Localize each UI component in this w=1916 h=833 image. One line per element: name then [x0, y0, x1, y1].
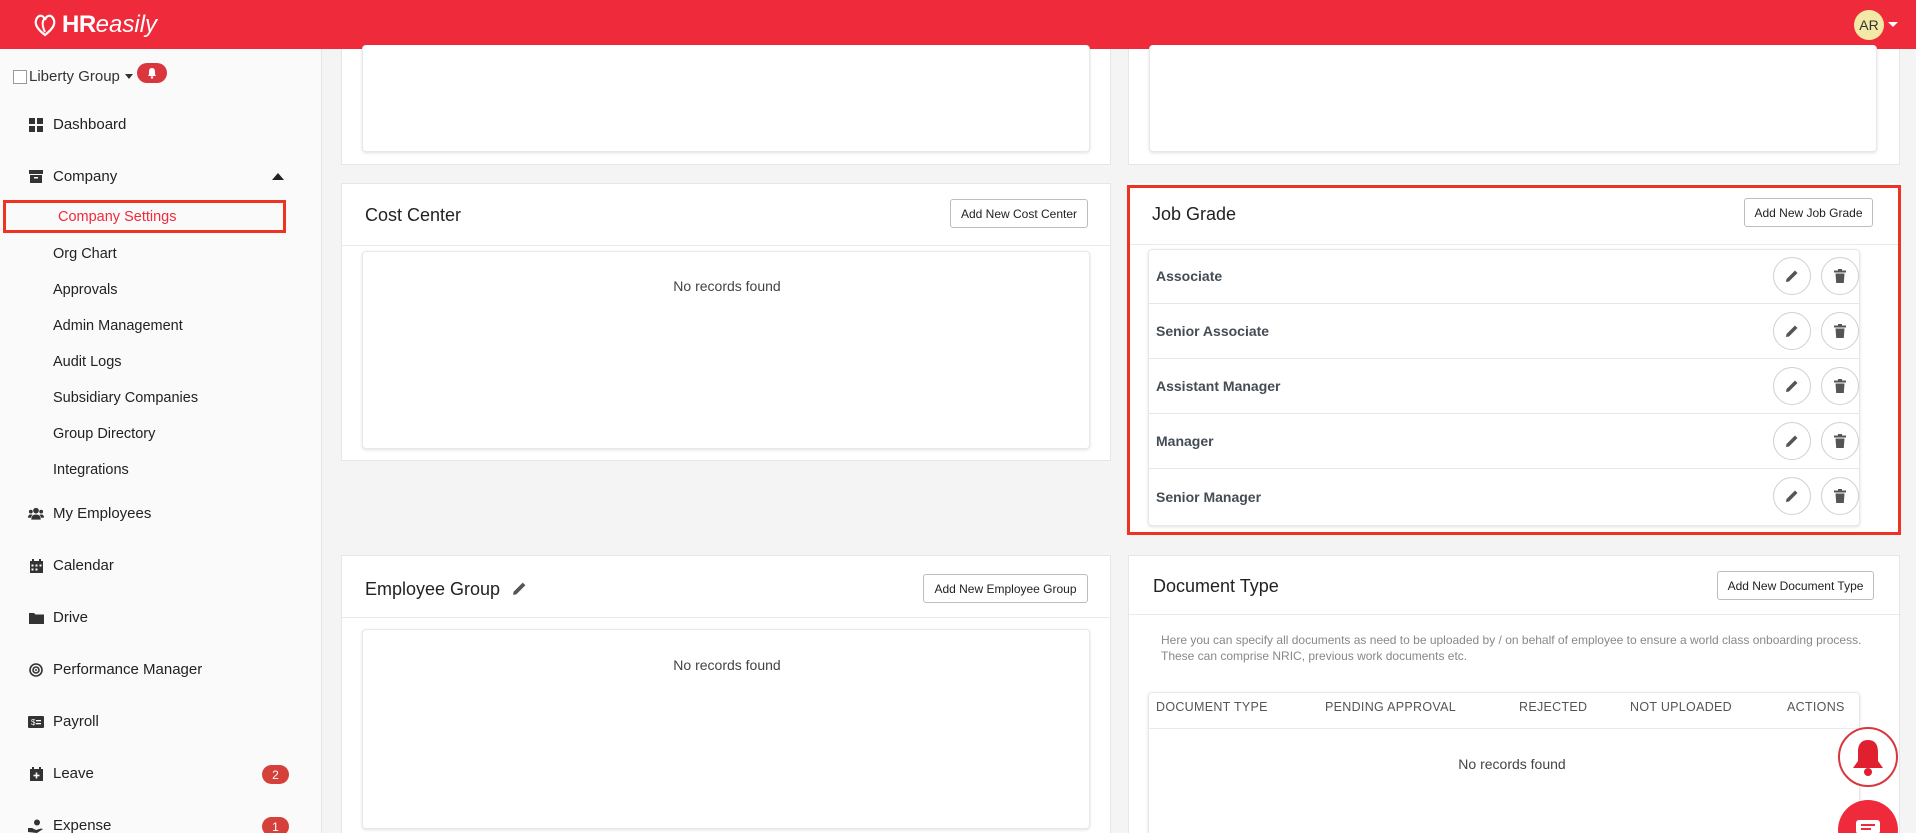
calendar-plus-icon	[28, 766, 44, 782]
chevron-up-icon[interactable]	[272, 173, 284, 180]
expense-count-badge: 1	[262, 817, 289, 833]
cost-center-list: No records found	[362, 251, 1090, 449]
org-logo: Liberty Group	[13, 68, 120, 85]
users-icon	[28, 506, 44, 522]
hand-money-icon	[28, 818, 44, 833]
edit-group-button[interactable]	[512, 581, 527, 601]
top-right-panel	[1128, 45, 1900, 165]
column-header[interactable]: ACTIONS	[1787, 700, 1845, 714]
divider	[1148, 728, 1860, 729]
sidebar-item-performance-manager[interactable]: Performance Manager	[28, 661, 202, 678]
document-type-title: Document Type	[1153, 576, 1279, 596]
sidebar-item-company[interactable]: Company	[28, 168, 117, 185]
sidebar-item-label: My Employees	[53, 505, 152, 522]
sidebar-item-audit-logs[interactable]: Audit Logs	[53, 354, 122, 370]
chevron-down-icon[interactable]	[1888, 22, 1898, 27]
empty-state-text: No records found	[1458, 756, 1566, 772]
sidebar-item-label: Leave	[53, 765, 94, 782]
dashboard-icon	[28, 117, 44, 133]
sidebar-item-integrations[interactable]: Integrations	[53, 462, 129, 478]
empty-state-text: No records found	[673, 657, 781, 673]
column-header[interactable]: NOT UPLOADED	[1630, 700, 1732, 714]
sidebar-item-company-settings[interactable]: Company Settings	[3, 200, 286, 233]
sidebar-item-label: Payroll	[53, 713, 99, 730]
brand-easily: easily	[95, 10, 158, 38]
calendar-icon	[28, 558, 44, 574]
top-bar: HR easily AR	[0, 0, 1916, 49]
chevron-down-icon[interactable]	[124, 73, 133, 79]
avatar[interactable]: AR	[1854, 9, 1884, 40]
sidebar-item-label: Company Settings	[58, 208, 177, 225]
sidebar-item-label: Expense	[53, 817, 112, 833]
sidebar-item-leave[interactable]: Leave	[28, 765, 94, 782]
sidebar-item-expense[interactable]: Expense	[28, 817, 111, 833]
sidebar-item-approvals[interactable]: Approvals	[53, 282, 117, 298]
add-document-type-button[interactable]: Add New Document Type	[1717, 571, 1874, 600]
sidebar-item-payroll[interactable]: $ Payroll	[28, 713, 99, 730]
sidebar-item-admin-management[interactable]: Admin Management	[53, 318, 183, 334]
employee-group-list: No records found	[362, 629, 1090, 829]
sidebar-item-label: Performance Manager	[53, 661, 203, 678]
chat-icon	[1856, 820, 1880, 833]
sidebar: Liberty Group Dashboard Company Company …	[0, 49, 322, 833]
sidebar-item-label: Drive	[53, 609, 89, 626]
bell-icon	[1853, 740, 1883, 776]
top-left-card	[362, 45, 1090, 152]
divider	[342, 245, 1110, 246]
money-icon: $	[28, 714, 44, 730]
svg-text:$: $	[31, 718, 36, 727]
org-name: Liberty Group	[29, 67, 120, 85]
floating-notification-button[interactable]	[1838, 727, 1898, 787]
empty-state-text: No records found	[673, 278, 781, 294]
document-type-description: Here you can specify all documents as ne…	[1161, 633, 1862, 663]
column-header[interactable]: DOCUMENT TYPE	[1156, 700, 1268, 714]
brand-hr: HR	[62, 10, 96, 38]
sidebar-item-label: Calendar	[53, 557, 114, 574]
divider	[342, 617, 1110, 618]
sidebar-item-calendar[interactable]: Calendar	[28, 557, 114, 574]
add-employee-group-button[interactable]: Add New Employee Group	[923, 574, 1088, 603]
employee-group-panel: Employee Group Add New Employee Group No…	[341, 555, 1111, 833]
top-right-card	[1149, 45, 1877, 152]
user-menu[interactable]: AR	[1854, 9, 1898, 40]
folder-icon	[28, 610, 44, 626]
bell-icon	[147, 68, 156, 79]
notification-badge[interactable]	[136, 63, 167, 83]
sidebar-item-org-chart[interactable]: Org Chart	[53, 246, 117, 262]
pencil-icon	[513, 582, 526, 595]
sidebar-item-label: Company	[53, 168, 118, 185]
sidebar-item-dashboard[interactable]: Dashboard	[28, 116, 126, 133]
leave-count-badge: 2	[262, 765, 289, 784]
job-grade-highlight	[1127, 185, 1901, 535]
divider	[1129, 614, 1901, 615]
brand-logo[interactable]: HR easily	[32, 11, 157, 39]
sidebar-item-subsidiary-companies[interactable]: Subsidiary Companies	[53, 390, 198, 406]
org-switcher[interactable]: Liberty Group	[13, 63, 167, 86]
archive-icon	[28, 169, 44, 185]
employee-group-title: Employee Group	[365, 579, 501, 599]
sidebar-item-my-employees[interactable]: My Employees	[28, 505, 151, 522]
sidebar-item-drive[interactable]: Drive	[28, 609, 88, 626]
broken-image-icon	[13, 70, 27, 84]
cost-center-panel: Cost Center Add New Cost Center No recor…	[341, 183, 1111, 461]
column-header[interactable]: REJECTED	[1519, 700, 1587, 714]
cost-center-title: Cost Center	[365, 205, 462, 225]
add-cost-center-button[interactable]: Add New Cost Center	[950, 199, 1088, 228]
sidebar-item-label: Dashboard	[53, 116, 127, 133]
top-left-panel	[341, 45, 1111, 165]
hreasily-logo-icon	[34, 14, 56, 36]
column-header[interactable]: PENDING APPROVAL	[1325, 700, 1456, 714]
target-icon	[28, 662, 44, 678]
sidebar-item-group-directory[interactable]: Group Directory	[53, 426, 155, 442]
